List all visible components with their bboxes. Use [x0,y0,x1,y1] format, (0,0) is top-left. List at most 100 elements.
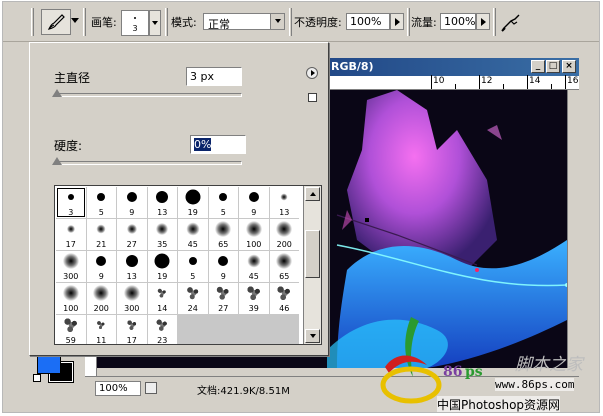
brush-picker-dropdown[interactable] [149,10,161,36]
foreground-color-swatch[interactable] [37,354,61,374]
brush-tip-icon [215,221,232,237]
brush-preset-20[interactable]: 5 [178,251,208,282]
watermark-url: www.86ps.com [495,378,575,391]
maximize-button[interactable]: □ [546,60,560,73]
brush-preset-size: 17 [65,240,76,249]
brush-preset-17[interactable]: 9 [86,251,116,282]
diameter-slider[interactable] [56,93,242,97]
scroll-up-button[interactable] [305,187,320,201]
toolbar-grip[interactable] [31,8,34,36]
brush-preset-3[interactable]: 13 [147,187,177,218]
mode-select[interactable]: 正常 [203,13,285,31]
watermark-brand-number: 86 [443,364,463,380]
toolbar-separator [407,8,410,36]
brush-icon [47,14,65,30]
navigator-icon[interactable] [145,382,157,394]
zoom-input[interactable]: 100% [95,381,141,396]
chevron-right-icon [480,18,486,26]
brush-panel-menu-button[interactable] [306,67,318,79]
brush-preset-size: 19 [157,272,168,281]
brush-preset-27[interactable]: 14 [147,283,177,314]
flow-input[interactable]: 100% [440,13,476,30]
brush-preset-33[interactable]: 11 [86,315,116,344]
brush-preset-1[interactable]: 5 [86,187,116,218]
brush-preset-4[interactable]: 19 [178,187,208,218]
brush-preset-22[interactable]: 45 [239,251,269,282]
minimize-button[interactable]: _ [531,60,545,73]
brush-preset-23[interactable]: 65 [269,251,299,282]
ruler-tick [479,75,480,89]
brush-preset-28[interactable]: 24 [178,283,208,314]
brush-preset-25[interactable]: 200 [86,283,116,314]
brush-tip-icon [123,285,140,301]
hardness-input[interactable]: 0% [190,135,246,154]
brush-preset-size: 5 [190,272,196,281]
scroll-thumb[interactable] [305,230,320,278]
brush-preset-15[interactable]: 200 [269,219,299,250]
brush-tip-icon [247,254,261,268]
new-preset-icon[interactable] [308,93,317,102]
brush-preset-35[interactable]: 23 [147,315,177,344]
options-bar: 画笔: 3 模式: 正常 不透明度: 100% 流量: 100% [3,2,599,42]
brush-tip-icon [67,194,74,200]
brush-preset-7[interactable]: 13 [269,187,299,218]
brush-tip-icon [245,284,263,302]
document-info[interactable]: 文档:421.9K/8.51M [197,382,290,397]
brush-preset-size: 35 [157,240,168,249]
airbrush-icon[interactable] [499,11,523,33]
scroll-down-button[interactable] [305,329,320,343]
brush-tip-icon [245,221,262,237]
brush-preset-6[interactable]: 9 [239,187,269,218]
brush-preset-34[interactable]: 17 [117,315,147,344]
brush-size-value: 3 [132,24,138,33]
brush-preset-size: 13 [279,208,290,217]
brush-preset-12[interactable]: 45 [178,219,208,250]
brush-preview[interactable]: 3 [121,10,149,36]
hardness-slider[interactable] [56,161,242,165]
brush-preset-24[interactable]: 100 [56,283,86,314]
brush-preset-size: 27 [126,240,137,249]
brush-preset-26[interactable]: 300 [117,283,147,314]
vertical-scrollbar[interactable] [567,90,579,368]
close-button[interactable]: × [562,60,576,73]
mode-dropdown-button[interactable] [270,14,284,29]
brush-picker-panel: 主直径 3 px 硬度: 0% 3 5 9 13 19 5 9 13 17 21 27 35 45 65 1… [29,42,329,356]
brush-preset-5[interactable]: 5 [208,187,238,218]
brush-tip-icon [125,255,138,267]
chevron-right-icon [311,70,315,76]
brush-tip-icon [188,257,197,265]
preset-scrollbar[interactable] [303,186,321,344]
hardness-slider-thumb[interactable] [52,157,62,165]
brush-preset-13[interactable]: 65 [208,219,238,250]
hardness-label: 硬度: [54,139,83,153]
brush-preset-21[interactable]: 9 [208,251,238,282]
diameter-input[interactable]: 3 px [186,67,242,86]
brush-preset-18[interactable]: 13 [117,251,147,282]
opacity-input[interactable]: 100% [346,13,390,30]
brush-tip-icon [276,221,293,237]
tool-preset-button[interactable] [41,9,71,35]
brush-preset-size: 9 [251,208,257,217]
brush-tip-icon [275,284,293,302]
brush-preset-30[interactable]: 39 [239,283,269,314]
brush-preset-31[interactable]: 46 [269,283,299,314]
opacity-slider-button[interactable] [390,13,404,30]
brush-preset-32[interactable]: 59 [56,315,86,344]
brush-preset-11[interactable]: 35 [147,219,177,250]
diameter-slider-thumb[interactable] [52,89,62,97]
brush-preset-0[interactable]: 3 [56,187,86,218]
brush-preset-8[interactable]: 17 [56,219,86,250]
brush-preset-14[interactable]: 100 [239,219,269,250]
brush-preset-19[interactable]: 19 [147,251,177,282]
flow-slider-button[interactable] [476,13,490,30]
brush-preset-10[interactable]: 27 [117,219,147,250]
default-colors-icon[interactable] [33,374,41,382]
brush-preset-size: 200 [93,304,109,313]
brush-preset-29[interactable]: 27 [208,283,238,314]
toolbar-separator [493,8,496,36]
brush-preset-9[interactable]: 21 [86,219,116,250]
brush-preset-size: 21 [96,240,107,249]
brush-preset-16[interactable]: 300 [56,251,86,282]
brush-preset-2[interactable]: 9 [117,187,147,218]
tool-preset-dropdown-icon[interactable] [71,15,79,25]
